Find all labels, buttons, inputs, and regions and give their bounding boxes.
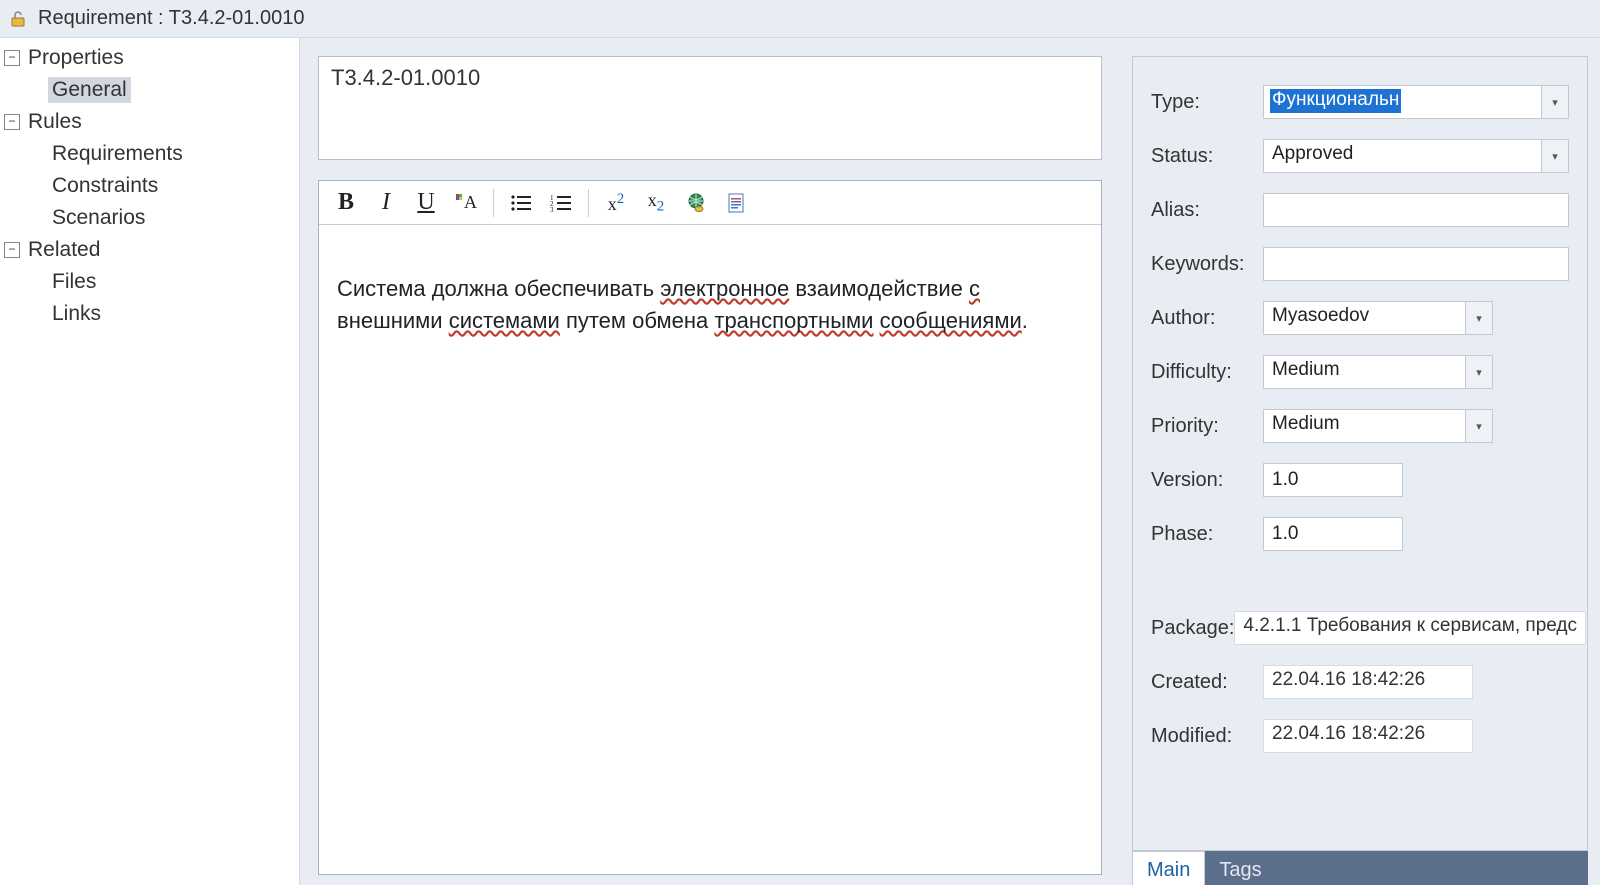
- collapse-icon[interactable]: −: [4, 114, 20, 130]
- difficulty-combo[interactable]: Medium: [1263, 355, 1493, 389]
- field-alias: Alias:: [1151, 193, 1569, 227]
- phase-input[interactable]: [1263, 517, 1403, 551]
- chevron-down-icon[interactable]: ▾: [1465, 355, 1493, 389]
- chevron-down-icon[interactable]: ▾: [1541, 139, 1569, 173]
- type-combo[interactable]: Функциональн: [1263, 85, 1569, 119]
- field-priority: Priority: Medium ▾: [1151, 409, 1569, 443]
- field-package: Package: 4.2.1.1 Требования к сервисам, …: [1151, 611, 1569, 645]
- italic-button[interactable]: I: [367, 185, 405, 221]
- created-display: 22.04.16 18:42:26: [1263, 665, 1473, 699]
- tab-tags[interactable]: Tags: [1205, 851, 1275, 885]
- name-input[interactable]: T3.4.2-01.0010: [318, 56, 1102, 160]
- chevron-down-icon[interactable]: ▾: [1541, 85, 1569, 119]
- chevron-down-icon[interactable]: ▾: [1465, 301, 1493, 335]
- alias-input[interactable]: [1263, 193, 1569, 227]
- tree-node-scenarios[interactable]: Scenarios: [0, 202, 299, 234]
- svg-text:A: A: [464, 192, 477, 212]
- field-author: Author: Myasoedov ▾: [1151, 301, 1569, 335]
- modified-display: 22.04.16 18:42:26: [1263, 719, 1473, 753]
- notes-textarea[interactable]: Система должна обеспечивать электронное …: [319, 225, 1101, 874]
- field-difficulty: Difficulty: Medium ▾: [1151, 355, 1569, 389]
- tree-node-general[interactable]: General: [0, 74, 299, 106]
- priority-combo[interactable]: Medium: [1263, 409, 1493, 443]
- title-bar: Requirement : T3.4.2-01.0010: [0, 0, 1600, 38]
- field-phase: Phase:: [1151, 517, 1569, 551]
- number-list-button[interactable]: 1 2 3: [542, 185, 580, 221]
- tree-node-constraints[interactable]: Constraints: [0, 170, 299, 202]
- status-combo[interactable]: Approved: [1263, 139, 1569, 173]
- bold-button[interactable]: B: [327, 185, 365, 221]
- svg-text:3: 3: [550, 206, 554, 213]
- field-created: Created: 22.04.16 18:42:26: [1151, 665, 1569, 699]
- keywords-input[interactable]: [1263, 247, 1569, 281]
- font-color-button[interactable]: A: [447, 185, 485, 221]
- field-modified: Modified: 22.04.16 18:42:26: [1151, 719, 1569, 753]
- field-keywords: Keywords:: [1151, 247, 1569, 281]
- properties-panel: Type: Функциональн ▾ Status: Approved ▾: [1132, 56, 1588, 851]
- new-document-button[interactable]: [717, 185, 755, 221]
- notes-editor: B I U A: [318, 180, 1102, 875]
- tree-node-links[interactable]: Links: [0, 298, 299, 330]
- collapse-icon[interactable]: −: [4, 242, 20, 258]
- tree-node-related[interactable]: − Related: [0, 234, 299, 266]
- collapse-icon[interactable]: −: [4, 50, 20, 66]
- bullet-list-button[interactable]: [502, 185, 540, 221]
- window-title: Requirement : T3.4.2-01.0010: [38, 7, 304, 30]
- tree-node-rules[interactable]: − Rules: [0, 106, 299, 138]
- tree-node-files[interactable]: Files: [0, 266, 299, 298]
- lock-open-icon: [8, 9, 28, 29]
- package-display: 4.2.1.1 Требования к сервисам, предс: [1234, 611, 1586, 645]
- tab-main[interactable]: Main: [1132, 851, 1205, 885]
- version-input[interactable]: [1263, 463, 1403, 497]
- chevron-down-icon[interactable]: ▾: [1465, 409, 1493, 443]
- author-combo[interactable]: Myasoedov: [1263, 301, 1493, 335]
- editor-toolbar: B I U A: [319, 181, 1101, 225]
- field-type: Type: Функциональн ▾: [1151, 85, 1569, 119]
- tree-node-properties[interactable]: − Properties: [0, 42, 299, 74]
- underline-button[interactable]: U: [407, 185, 445, 221]
- superscript-button[interactable]: x2: [597, 185, 635, 221]
- tree-node-requirements[interactable]: Requirements: [0, 138, 299, 170]
- properties-tabstrip: Main Tags: [1132, 851, 1588, 885]
- subscript-button[interactable]: x2: [637, 185, 675, 221]
- field-version: Version:: [1151, 463, 1569, 497]
- hyperlink-button[interactable]: [677, 185, 715, 221]
- field-status: Status: Approved ▾: [1151, 139, 1569, 173]
- nav-tree: − Properties General − Rules Requirement…: [0, 38, 300, 885]
